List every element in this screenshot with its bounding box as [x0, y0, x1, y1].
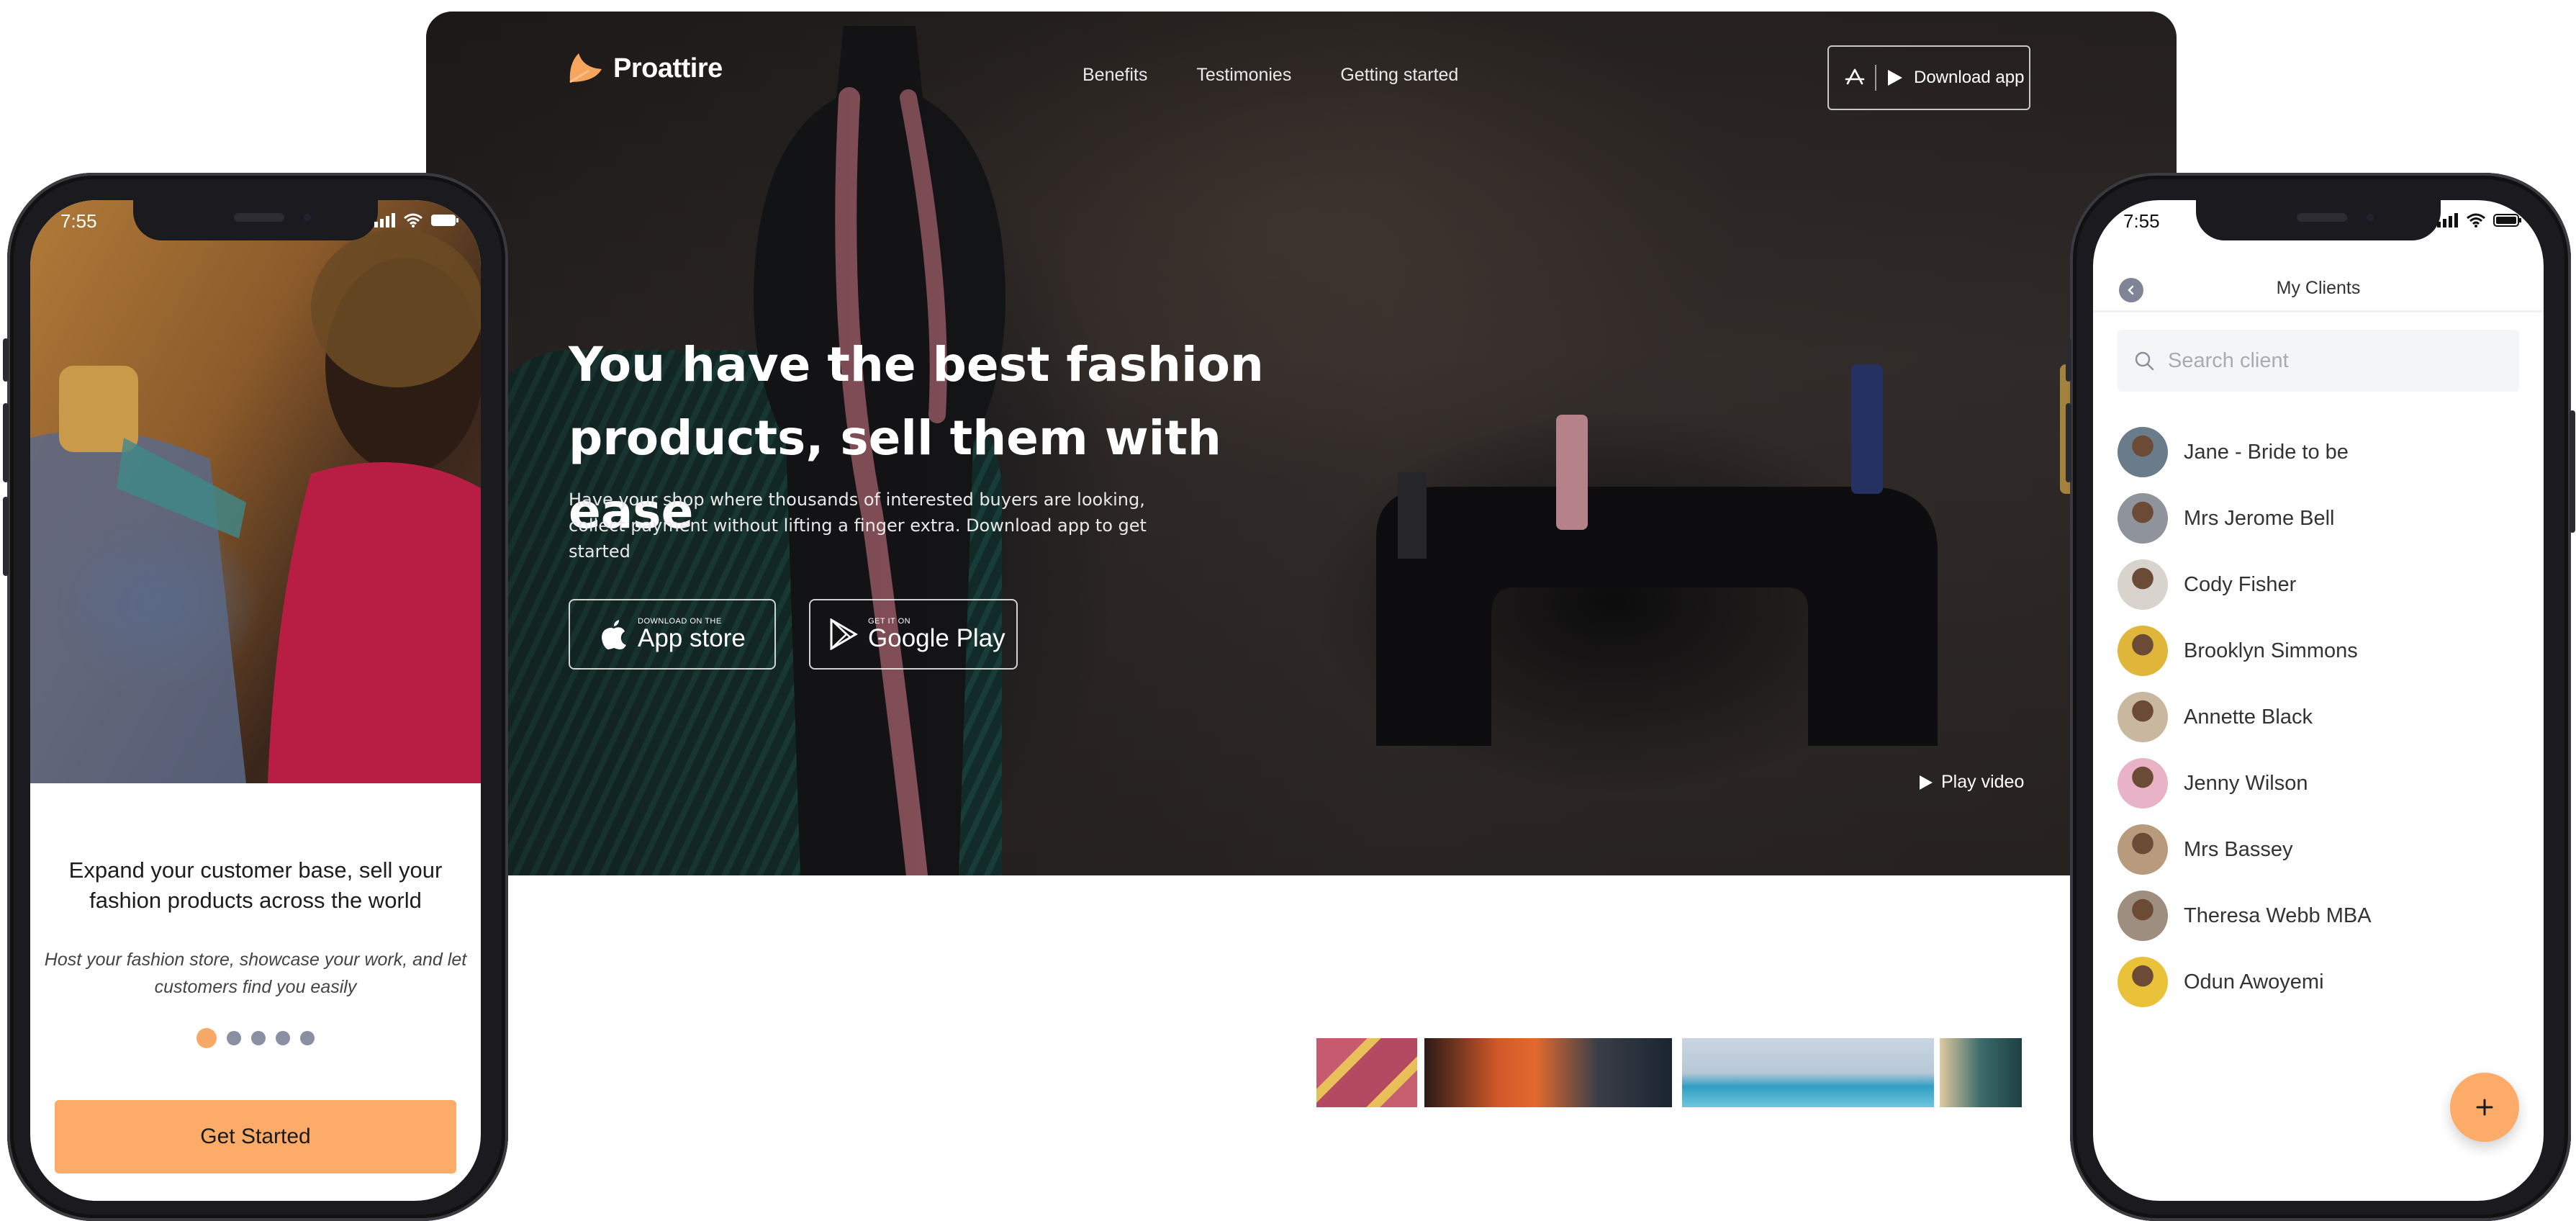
client-name: Jane - Bride to be: [2184, 440, 2349, 464]
onboarding-title: Expand your customer base, sell your fas…: [68, 857, 443, 913]
nav-link-benefits[interactable]: Benefits: [1083, 65, 1147, 86]
right-phone-mockup: 7:55 My Clients Search client Jane - Bri…: [2066, 173, 2575, 1221]
avatar: [2118, 824, 2168, 875]
avatar: [2118, 559, 2168, 610]
add-client-button[interactable]: [2450, 1073, 2519, 1142]
hero-section: Proattire Benefits Testimonies Getting s…: [426, 12, 2177, 875]
avatar: [2118, 493, 2168, 544]
search-placeholder: Search client: [2168, 348, 2289, 372]
google-play-icon: [830, 618, 858, 650]
nav-link-testimonies[interactable]: Testimonies: [1196, 65, 1291, 86]
app-store-button[interactable]: DOWNLOAD ON THE App store: [569, 599, 776, 670]
right-phone-screen: 7:55 My Clients Search client Jane - Bri…: [2093, 200, 2544, 1201]
client-list-item[interactable]: Jane - Bride to be: [2118, 426, 2349, 478]
download-app-button[interactable]: Download app: [1827, 45, 2030, 110]
gallery-thumbnail[interactable]: [1316, 1038, 1417, 1107]
nav-link-getting-started[interactable]: Getting started: [1340, 65, 1458, 86]
client-list-item[interactable]: Mrs Jerome Bell: [2118, 492, 2335, 544]
brand-logo[interactable]: Proattire: [567, 50, 723, 86]
avatar: [2118, 626, 2168, 676]
avatar: [2118, 891, 2168, 941]
client-list-item[interactable]: Jenny Wilson: [2118, 757, 2308, 809]
play-icon: [1920, 775, 1933, 790]
status-icons: [2437, 213, 2522, 227]
client-list-item[interactable]: Cody Fisher: [2118, 559, 2296, 610]
avatar: [2118, 692, 2168, 742]
pagination-dot[interactable]: [251, 1031, 266, 1045]
nav-links: Benefits Testimonies Getting started: [1083, 65, 1458, 86]
left-phone-screen: 7:55 Expand your customer base, sell you…: [30, 200, 481, 1201]
apple-icon: [602, 620, 626, 649]
client-list-item[interactable]: Odun Awoyemi: [2118, 956, 2324, 1008]
google-play-label: Google Play: [868, 624, 1005, 652]
client-name: Mrs Jerome Bell: [2184, 506, 2335, 530]
pagination-dot[interactable]: [300, 1031, 315, 1045]
onboarding-description: Host your fashion store, showcase your w…: [44, 950, 467, 997]
get-started-button[interactable]: Get Started: [55, 1100, 456, 1173]
client-name: Mrs Bassey: [2184, 837, 2293, 861]
avatar: [2118, 758, 2168, 808]
client-name: Jenny Wilson: [2184, 771, 2308, 795]
client-list-item[interactable]: Mrs Bassey: [2118, 824, 2292, 875]
search-icon: [2135, 351, 2154, 371]
battery-icon: [431, 215, 458, 226]
status-time: 7:55: [2123, 210, 2160, 232]
search-input[interactable]: Search client: [2118, 330, 2519, 392]
gallery-strip: [1316, 1038, 2022, 1107]
client-list-item[interactable]: Annette Black: [2118, 691, 2313, 743]
client-list-item[interactable]: Theresa Webb MBA: [2118, 890, 2372, 942]
desktop-mockup: Proattire Benefits Testimonies Getting s…: [426, 12, 2177, 1221]
pagination-dots: [30, 1028, 481, 1048]
leaf-logo-icon: [569, 53, 602, 84]
top-nav: Proattire Benefits Testimonies Getting s…: [426, 12, 2177, 110]
avatar: [2118, 957, 2168, 1007]
brand-name: Proattire: [613, 53, 723, 84]
battery-icon: [2493, 214, 2521, 227]
download-app-label: Download app: [1914, 68, 2025, 87]
client-name: Odun Awoyemi: [2184, 970, 2324, 994]
pagination-dot[interactable]: [227, 1031, 241, 1045]
screen-title: My Clients: [2276, 278, 2361, 298]
hero-subline: Have your shop where thousands of intere…: [569, 490, 1147, 562]
app-store-icon: [1845, 68, 1865, 85]
avatar: [2118, 427, 2168, 477]
client-name: Cody Fisher: [2184, 572, 2297, 596]
google-play-button[interactable]: GET IT ON Google Play: [809, 599, 1018, 670]
signal-icon: [2437, 213, 2458, 227]
pagination-dot[interactable]: [276, 1031, 290, 1045]
app-store-label: App store: [638, 624, 746, 652]
google-play-icon: [1888, 70, 1902, 86]
status-icons: [374, 213, 459, 227]
client-list-item[interactable]: Brooklyn Simmons: [2118, 625, 2358, 677]
client-name: Brooklyn Simmons: [2184, 639, 2358, 662]
wifi-icon: [2467, 213, 2485, 227]
status-time: 7:55: [60, 210, 97, 232]
signal-icon: [374, 213, 395, 227]
gallery-thumbnail[interactable]: [1682, 1038, 1934, 1107]
plus-icon: [2476, 1099, 2493, 1116]
wifi-icon: [404, 213, 422, 227]
gallery-thumbnail[interactable]: [1424, 1038, 1672, 1107]
pagination-dot-active[interactable]: [196, 1028, 217, 1048]
play-video-button[interactable]: Play video: [1918, 772, 2024, 793]
onboarding-photo: [30, 200, 481, 783]
client-name: Theresa Webb MBA: [2184, 904, 2372, 927]
left-phone-mockup: 7:55 Expand your customer base, sell you…: [3, 173, 508, 1221]
client-name: Annette Black: [2184, 705, 2313, 729]
gallery-thumbnail[interactable]: [1940, 1038, 2022, 1107]
screen-header: My Clients: [2093, 265, 2544, 312]
